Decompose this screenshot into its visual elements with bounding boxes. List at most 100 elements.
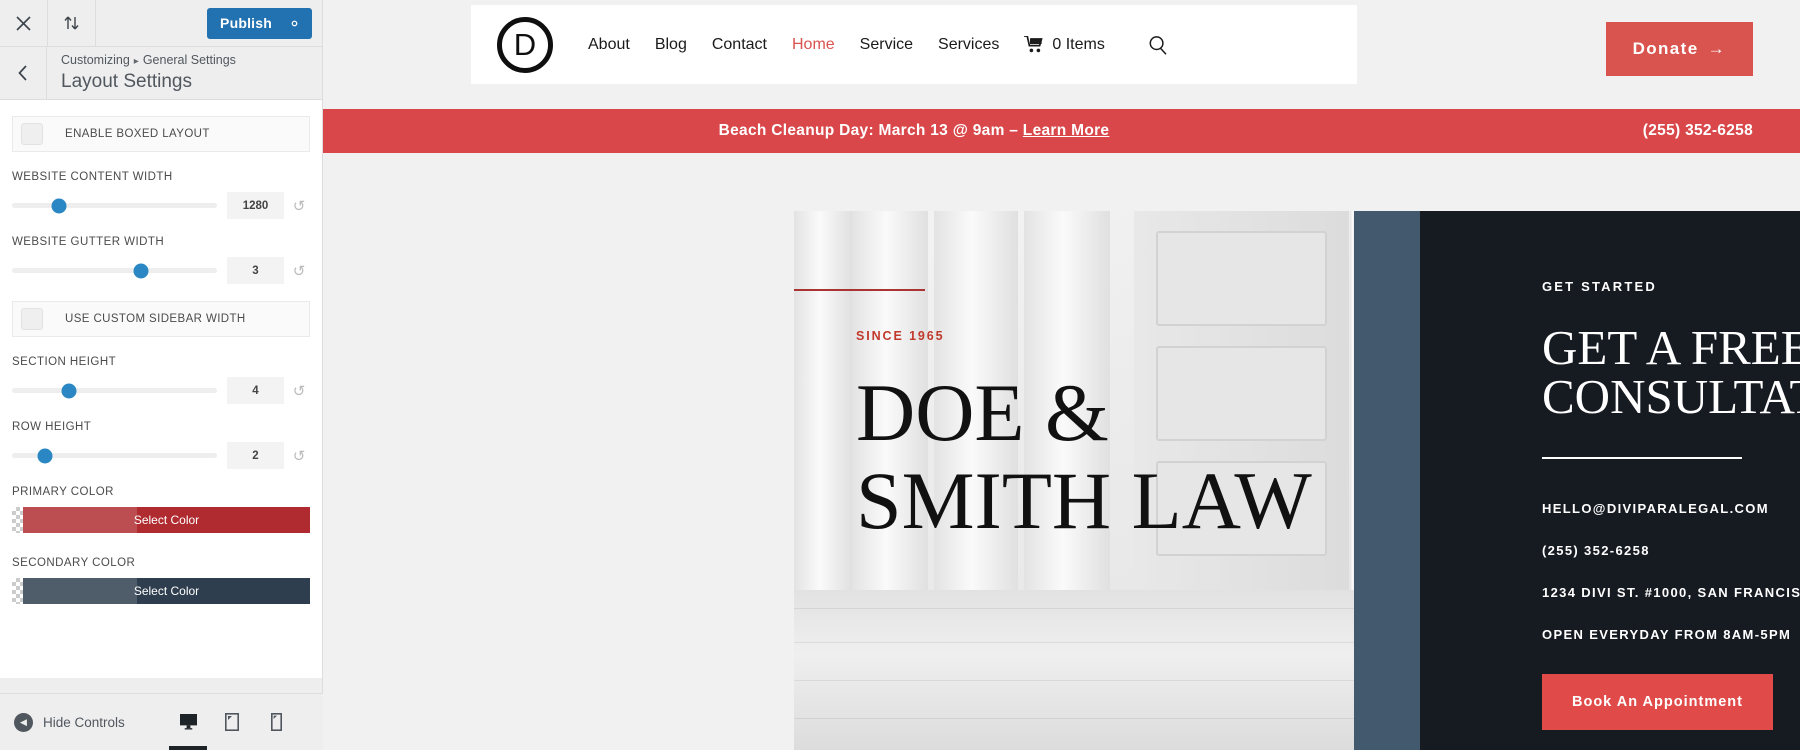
primary-select-color-label: Select Color [133,513,200,527]
divi-logo[interactable]: D [497,16,553,73]
collapse-left-icon: ◀ [14,712,33,732]
device-preview-switcher [169,711,309,750]
label-secondary-color: SECONDARY COLOR [12,557,136,569]
hide-controls-button[interactable]: ◀ Hide Controls [14,712,125,732]
label-section-height: SECTION HEIGHT [12,356,117,368]
control-enable-boxed-layout[interactable]: ENABLE BOXED LAYOUT [12,116,310,152]
consultation-address: 1234 DIVI ST. #1000, SAN FRANCISCO, CA 9… [1542,585,1800,600]
slider-handle[interactable] [37,448,53,463]
reset-arrow-icon[interactable]: ↺ [288,447,310,465]
consultation-phone[interactable]: (255) 352-6258 [1542,543,1800,558]
consultation-title-line-2: CONSULTATION [1542,369,1800,424]
reset-arrow-icon[interactable]: ↺ [288,262,310,280]
main-navigation: About Blog Contact Home Service Services… [588,35,1168,55]
customizer-gap [0,678,322,693]
customizer-controls: ENABLE BOXED LAYOUT WEBSITE CONTENT WIDT… [0,100,322,678]
control-use-custom-sidebar-width[interactable]: USE CUSTOM SIDEBAR WIDTH [12,301,310,337]
consultation-panel: GET STARTED GET A FREE CONSULTATION HELL… [1420,211,1800,750]
label-primary-color: PRIMARY COLOR [12,486,114,498]
tablet-icon[interactable] [221,711,243,733]
slider-handle[interactable] [133,263,149,278]
reset-arrow-icon[interactable]: ↺ [288,382,310,400]
slider-handle[interactable] [61,383,77,398]
customizer-footer: ◀ Hide Controls [0,693,323,750]
gear-icon[interactable] [285,8,312,39]
checkbox-enable-boxed-layout[interactable] [21,123,43,145]
mobile-icon[interactable] [265,711,287,733]
publish-button[interactable]: Publish [207,8,285,39]
customizer-sidebar: Publish Customizing ▸ General Settings L… [0,0,323,750]
consultation-eyebrow: GET STARTED [1542,279,1657,294]
slider-website-gutter-width[interactable] [12,263,217,278]
cart-link[interactable]: 0 Items [1024,35,1105,54]
donate-label: Donate [1632,39,1699,58]
announcement-bar: Beach Cleanup Day: March 13 @ 9am – Lear… [323,109,1800,153]
book-appointment-button[interactable]: Book An Appointment [1542,674,1773,730]
slider-section-height[interactable] [12,383,217,398]
hero-eyebrow: SINCE 1965 [856,329,945,343]
primary-color-picker[interactable]: Select Color [12,507,310,533]
shopping-cart-icon [1024,36,1044,53]
slider-handle[interactable] [51,198,67,213]
secondary-color-picker[interactable]: Select Color [12,578,310,604]
value-website-gutter-width[interactable]: 3 [227,257,284,284]
control-website-content-width: WEBSITE CONTENT WIDTH 1280 ↺ [12,171,310,219]
donate-button[interactable]: Donate → [1605,22,1753,76]
announcement-phone[interactable]: (255) 352-6258 [1643,122,1753,140]
checkbox-use-custom-sidebar-width[interactable] [21,308,43,330]
reset-arrow-icon[interactable]: ↺ [288,197,310,215]
breadcrumb-root[interactable]: Customizing [61,53,130,67]
slider-website-content-width[interactable] [12,198,217,213]
desktop-icon[interactable] [169,711,207,750]
customizer-titles: Customizing ▸ General Settings Layout Sett… [47,53,236,94]
value-section-height[interactable]: 4 [227,377,284,404]
control-website-gutter-width: WEBSITE GUTTER WIDTH 3 ↺ [12,236,310,284]
customizer-header: Customizing ▸ General Settings Layout Sett… [0,46,322,100]
consultation-divider [1542,457,1742,459]
consultation-email[interactable]: HELLO@DIVIPARALEGAL.COM [1542,501,1800,516]
consultation-contact-list: HELLO@DIVIPARALEGAL.COM (255) 352-6258 1… [1542,501,1800,642]
breadcrumb-separator: ▸ [133,55,139,67]
learn-more-link[interactable]: Learn More [1023,122,1110,139]
label-website-gutter-width: WEBSITE GUTTER WIDTH [12,236,165,248]
breadcrumb-parent[interactable]: General Settings [143,53,236,67]
hero-title-line-1: DOE & [856,367,1109,458]
hero-image-panel: SINCE 1965 DOE & SMITH LAW [794,211,1354,750]
search-icon[interactable] [1148,35,1168,55]
announcement-message: Beach Cleanup Day: March 13 @ 9am – [718,122,1023,139]
close-icon[interactable] [0,0,48,46]
hero-content: SINCE 1965 DOE & SMITH LAW [794,211,1354,545]
hero-title-line-2: SMITH LAW [856,455,1312,546]
page-title: Layout Settings [61,70,192,92]
primary-color-swatch[interactable]: Select Color [23,507,310,533]
alpha-checker-swatch [12,507,23,533]
nav-item-services[interactable]: Services [938,36,999,54]
nav-item-blog[interactable]: Blog [655,36,687,54]
publish-group: Publish [207,0,322,46]
cart-item-count: 0 Items [1052,35,1105,53]
value-row-height[interactable]: 2 [227,442,284,469]
secondary-select-color-label: Select Color [133,584,200,598]
secondary-color-swatch[interactable]: Select Color [23,578,310,604]
label-use-custom-sidebar-width: USE CUSTOM SIDEBAR WIDTH [65,313,246,325]
nav-item-contact[interactable]: Contact [712,36,767,54]
slider-row-height[interactable] [12,448,217,463]
label-website-content-width: WEBSITE CONTENT WIDTH [12,171,173,183]
customizer-topbar: Publish [0,0,322,47]
consultation-hours: OPEN EVERYDAY FROM 8AM-5PM [1542,627,1792,642]
control-secondary-color: SECONDARY COLOR Select Color [12,557,310,604]
collapse-arrows-icon[interactable] [48,0,96,46]
nav-item-service[interactable]: Service [860,36,913,54]
chevron-left-icon[interactable] [0,46,47,100]
nav-item-about[interactable]: About [588,36,630,54]
arrow-right-icon: → [1707,39,1726,58]
breadcrumb: Customizing ▸ General Settings [61,53,236,69]
control-section-height: SECTION HEIGHT 4 ↺ [12,356,310,404]
control-row-height: ROW HEIGHT 2 ↺ [12,421,310,469]
nav-item-home[interactable]: Home [792,36,835,54]
consultation-title-line-1: GET A FREE [1542,320,1800,375]
announcement-text: Beach Cleanup Day: March 13 @ 9am – Lear… [471,122,1357,140]
value-website-content-width[interactable]: 1280 [227,192,284,219]
hide-controls-label: Hide Controls [43,714,125,730]
